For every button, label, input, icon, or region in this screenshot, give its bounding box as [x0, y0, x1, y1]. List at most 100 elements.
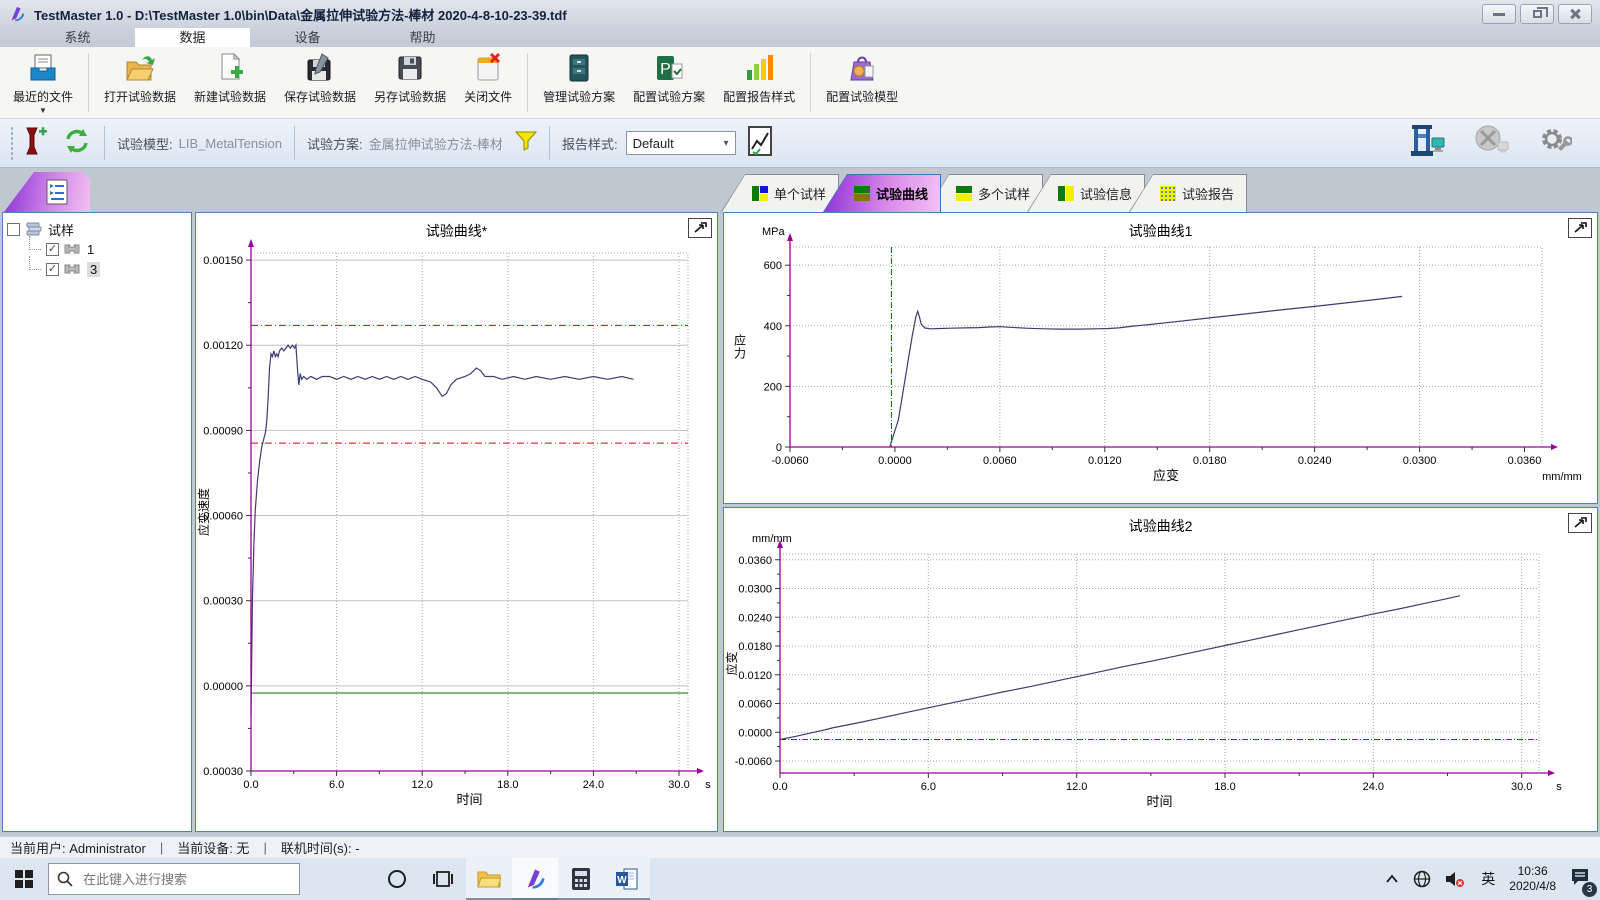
specimen-3-checkbox[interactable]: ✓ — [46, 263, 59, 276]
notification-badge: 3 — [1582, 882, 1597, 897]
specimen-icon — [64, 244, 82, 254]
close-button[interactable] — [1558, 4, 1592, 24]
taskbar-task-view-button[interactable] — [420, 858, 466, 900]
button-label: 保存试验数据 — [284, 88, 356, 105]
svg-text:mm/mm: mm/mm — [1542, 471, 1582, 483]
svg-text:0.0060: 0.0060 — [983, 455, 1017, 467]
config-model-button[interactable]: 配置试验模型 — [817, 47, 907, 118]
volume-muted-icon[interactable] — [1445, 870, 1467, 888]
filter-scheme-button[interactable] — [515, 131, 537, 156]
taskbar-word-button[interactable]: W — [604, 858, 650, 900]
open-data-icon — [123, 51, 157, 85]
svg-text:12.0: 12.0 — [411, 779, 432, 791]
button-label: 新建试验数据 — [194, 88, 266, 105]
specimen-1-label[interactable]: 1 — [87, 242, 94, 257]
button-label: 配置试验方案 — [633, 88, 705, 105]
start-button[interactable] — [0, 858, 48, 900]
menu-data[interactable]: 数据 — [135, 28, 250, 47]
open-data-button[interactable]: 打开试验数据 — [95, 47, 185, 118]
specimen-tree-panel: 试样 ✓ 1 ✓ 3 — [2, 212, 192, 832]
config-report-button[interactable]: 配置报告样式 — [714, 47, 804, 118]
report-style-select[interactable]: Default ▾ — [626, 131, 736, 155]
menu-help[interactable]: 帮助 — [365, 28, 480, 47]
dropdown-caret-icon: ▼ — [39, 106, 47, 115]
restore-button[interactable] — [1520, 4, 1554, 24]
svg-text:W: W — [617, 875, 627, 886]
list-tab-icon — [45, 179, 69, 205]
status-separator: | — [263, 840, 266, 855]
refresh-button[interactable] — [62, 126, 92, 161]
tray-expand-icon[interactable] — [1385, 874, 1399, 884]
taskbar-search[interactable] — [48, 863, 300, 895]
svg-text:0.0360: 0.0360 — [738, 555, 772, 567]
close-icon — [1569, 8, 1581, 20]
search-icon — [57, 871, 73, 887]
network-globe-icon[interactable] — [1413, 870, 1431, 888]
button-label: 配置试验模型 — [826, 88, 898, 105]
window-title: TestMaster 1.0 - D:\TestMaster 1.0\bin\D… — [34, 5, 567, 24]
root-checkbox[interactable] — [7, 223, 20, 236]
svg-text:18.0: 18.0 — [1214, 781, 1235, 793]
svg-text:400: 400 — [764, 321, 782, 333]
svg-text:0.0060: 0.0060 — [738, 699, 772, 711]
report-preview-button[interactable] — [746, 125, 774, 162]
svg-text:0.0: 0.0 — [243, 779, 258, 791]
tree-connector — [29, 256, 41, 270]
taskbar-cortana-button[interactable] — [374, 858, 420, 900]
tab-test-curve[interactable]: 试验曲线 — [823, 174, 941, 212]
new-data-icon — [213, 51, 247, 85]
svg-text:600: 600 — [764, 260, 782, 272]
button-label: 配置报告样式 — [723, 88, 795, 105]
add-specimen-button[interactable] — [22, 126, 48, 161]
button-label: 另存试验数据 — [374, 88, 446, 105]
search-input[interactable] — [81, 871, 271, 888]
tree-item-3[interactable]: ✓ 3 — [29, 259, 187, 279]
svg-text:18.0: 18.0 — [497, 779, 518, 791]
svg-text:0.00000: 0.00000 — [203, 681, 243, 693]
menu-device[interactable]: 设备 — [250, 28, 365, 47]
windows-logo-icon — [15, 870, 33, 888]
taskbar-file-explorer-button[interactable] — [466, 858, 512, 900]
tab-test-info[interactable]: 试验信息 — [1027, 174, 1145, 212]
settings-button[interactable] — [1538, 124, 1572, 163]
recent-files-button[interactable]: 最近的文件 ▼ — [4, 47, 82, 118]
new-data-button[interactable]: 新建试验数据 — [185, 47, 275, 118]
taskbar-calculator-button[interactable] — [558, 858, 604, 900]
ime-language-indicator[interactable]: 英 — [1481, 869, 1495, 889]
save-as-data-button[interactable]: 另存试验数据 — [365, 47, 455, 118]
taskbar-testmaster-button[interactable] — [512, 858, 558, 900]
svg-text:P: P — [660, 61, 671, 78]
action-center-button[interactable]: 3 — [1570, 867, 1590, 892]
save-data-button[interactable]: 保存试验数据 — [275, 47, 365, 118]
config-scheme-button[interactable]: P 配置试验方案 — [624, 47, 714, 118]
tab-multi-specimen[interactable]: 多个试样 — [925, 174, 1043, 212]
machine-connect-button[interactable] — [1410, 124, 1446, 163]
menu-bar: 系统 数据 设备 帮助 — [0, 28, 1600, 47]
svg-text:应变速度: 应变速度 — [196, 488, 211, 536]
close-file-button[interactable]: 关闭文件 — [455, 47, 521, 118]
minimize-button[interactable] — [1482, 4, 1516, 24]
status-online-time: 联机时间(s): - — [281, 838, 360, 857]
tab-test-report[interactable]: 试验报告 — [1129, 174, 1247, 212]
menu-system[interactable]: 系统 — [20, 28, 135, 47]
test-machine-icon — [1410, 124, 1446, 158]
svg-text:0.00150: 0.00150 — [203, 255, 243, 267]
manage-scheme-button[interactable]: 管理试验方案 — [534, 47, 624, 118]
word-icon: W — [615, 867, 639, 891]
cortana-icon — [387, 869, 407, 889]
tree-item-1[interactable]: ✓ 1 — [29, 239, 187, 259]
svg-text:应力: 应力 — [734, 333, 746, 361]
taskbar-clock[interactable]: 10:36 2020/4/8 — [1509, 864, 1556, 894]
tree-connector — [29, 236, 41, 250]
clock-time: 10:36 — [1509, 864, 1556, 879]
specimen-3-label[interactable]: 3 — [87, 262, 100, 277]
offline-status-button[interactable] — [1472, 124, 1512, 163]
specimen-list-tab[interactable] — [4, 172, 90, 212]
save-data-icon — [303, 51, 337, 85]
calculator-icon — [571, 867, 591, 891]
svg-text:-0.0060: -0.0060 — [771, 455, 808, 467]
tab-label: 试验报告 — [1182, 184, 1234, 203]
tab-single-specimen[interactable]: 单个试样 — [721, 174, 839, 212]
tree-root-label[interactable]: 试样 — [48, 220, 74, 239]
specimen-1-checkbox[interactable]: ✓ — [46, 243, 59, 256]
